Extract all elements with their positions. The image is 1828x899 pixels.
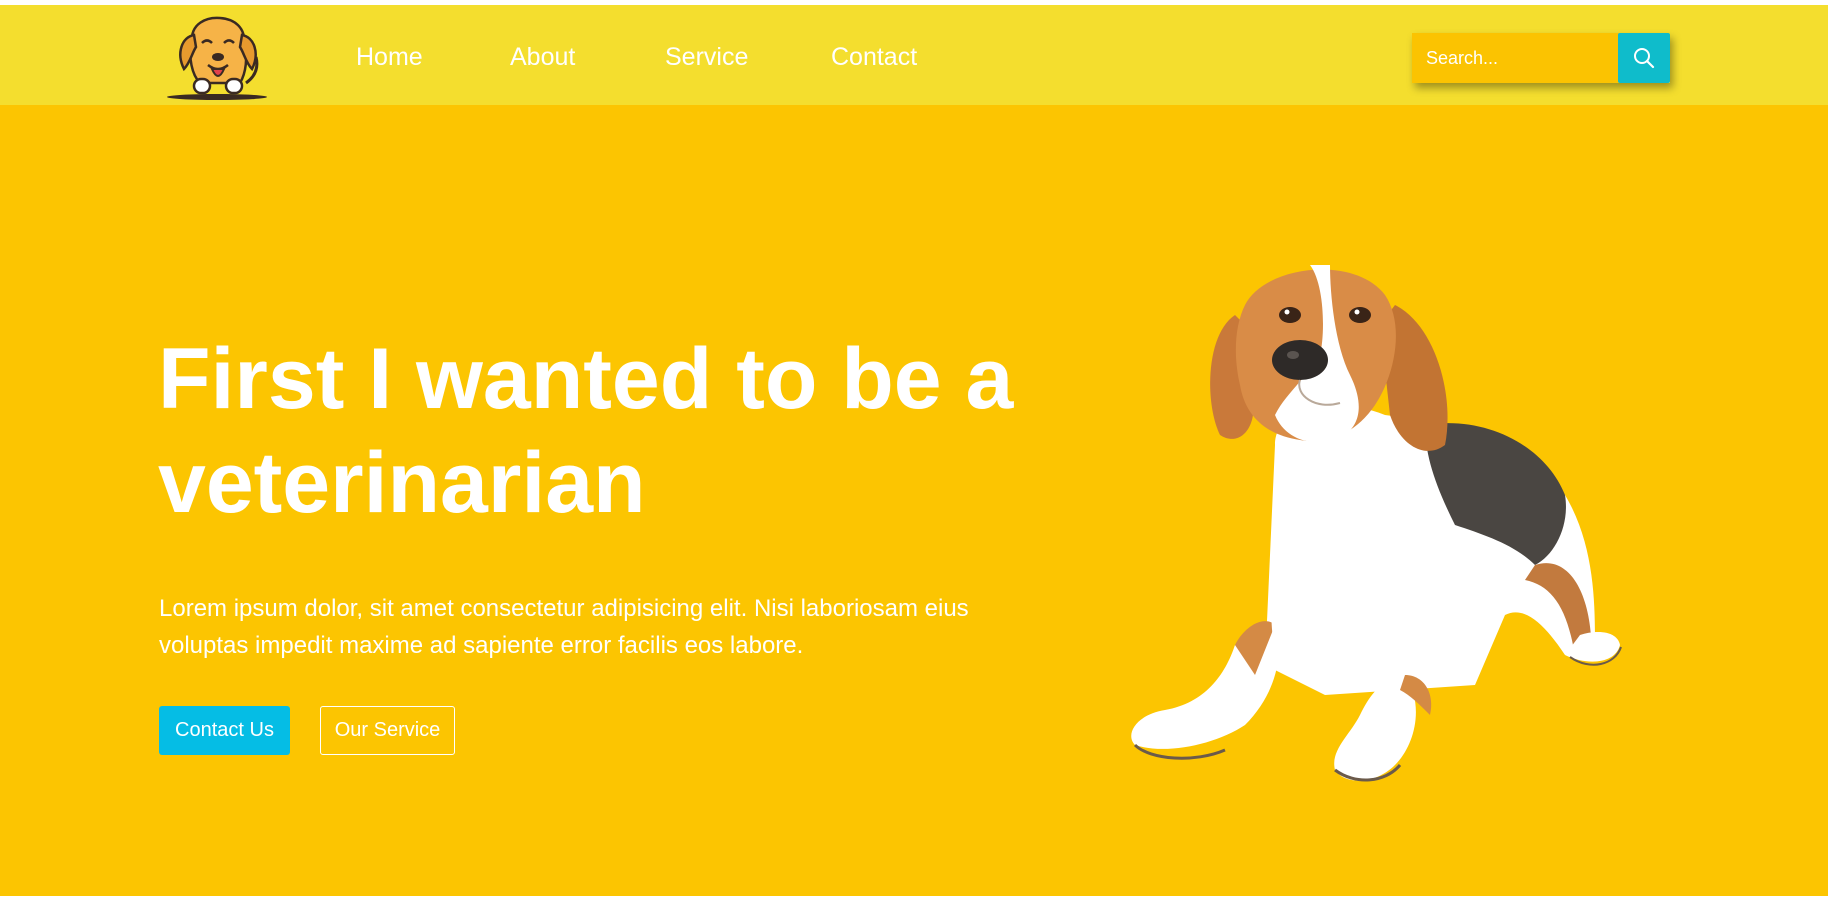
nav-link-contact[interactable]: Contact: [831, 43, 917, 72]
navbar: Home About Service Contact: [0, 5, 1828, 105]
search-button[interactable]: [1618, 33, 1670, 83]
contact-us-button[interactable]: Contact Us: [159, 706, 290, 755]
search-icon: [1634, 48, 1655, 69]
nav-link-about[interactable]: About: [510, 43, 575, 72]
our-service-button[interactable]: Our Service: [320, 706, 455, 755]
search-input[interactable]: [1412, 33, 1619, 83]
beagle-image: [1131, 265, 1622, 782]
hero-section: First I wanted to be a veterinarian Lore…: [0, 105, 1828, 896]
nav-link-service[interactable]: Service: [665, 43, 748, 72]
hero-title: First I wanted to be a veterinarian: [158, 331, 1014, 531]
nav-link-home[interactable]: Home: [356, 43, 423, 72]
search-form: [1412, 33, 1670, 83]
hero-description: Lorem ipsum dolor, sit amet consectetur …: [159, 595, 969, 659]
dog-logo-icon[interactable]: [162, 13, 272, 103]
